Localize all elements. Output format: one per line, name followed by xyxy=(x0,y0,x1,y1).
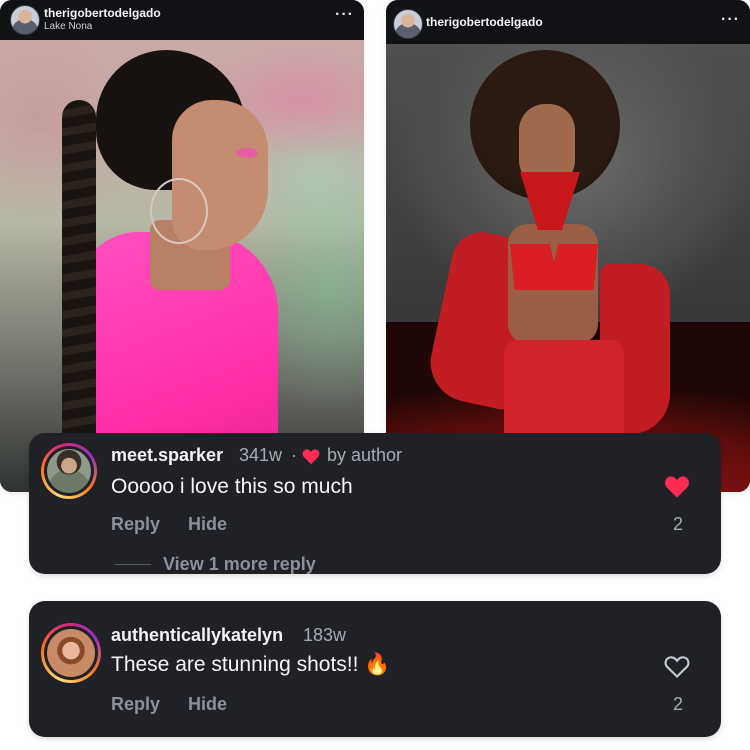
photo-subject-ponytail xyxy=(62,100,96,450)
more-options-icon[interactable]: ··· xyxy=(335,6,354,24)
reply-button[interactable]: Reply xyxy=(111,694,160,715)
replies-divider xyxy=(115,564,151,565)
post-username[interactable]: therigobertodelgado xyxy=(426,15,543,29)
avatar-photo xyxy=(47,449,91,493)
author-liked-heart-icon xyxy=(302,449,320,465)
comment-timestamp: 183w xyxy=(303,625,347,645)
post-header: therigobertodelgado Lake Nona ··· xyxy=(0,0,364,40)
post-location[interactable]: Lake Nona xyxy=(44,21,92,32)
commenter-avatar[interactable] xyxy=(41,443,97,499)
meta-separator: · xyxy=(291,445,297,465)
hide-button[interactable]: Hide xyxy=(188,514,227,535)
comment-text: These are stunning shots!! 🔥 xyxy=(111,653,391,676)
commenter-avatar[interactable] xyxy=(41,623,101,683)
comment-timestamp: 341w xyxy=(239,445,283,465)
photo-subject-earring xyxy=(150,178,208,244)
like-count: 2 xyxy=(672,694,683,714)
photo-subject-eyeshadow xyxy=(236,148,258,158)
comment-card: authenticallykatelyn 183w These are stun… xyxy=(29,601,721,737)
comment-text: Ooooo i love this so much xyxy=(111,475,353,498)
post-header: therigobertodelgado ··· xyxy=(386,0,750,44)
comment-username[interactable]: authenticallykatelyn xyxy=(111,625,283,646)
hide-button[interactable]: Hide xyxy=(188,694,227,715)
photo-subject-bandana xyxy=(520,172,580,230)
avatar-photo xyxy=(47,629,95,677)
like-count: 2 xyxy=(672,514,683,534)
liked-by-author-label: by author xyxy=(327,445,403,465)
like-heart-icon[interactable] xyxy=(663,473,691,499)
profile-avatar[interactable] xyxy=(10,5,40,35)
post-photo[interactable] xyxy=(0,40,364,492)
comment-card: meet.sparker 341w · by author Ooooo i lo… xyxy=(29,433,721,574)
reply-button[interactable]: Reply xyxy=(111,514,160,535)
post-photo[interactable] xyxy=(386,44,750,492)
post-card-left: therigobertodelgado Lake Nona ··· xyxy=(0,0,364,492)
profile-avatar[interactable] xyxy=(393,9,423,39)
post-username[interactable]: therigobertodelgado xyxy=(44,6,161,20)
view-more-replies-button[interactable]: View 1 more reply xyxy=(163,554,316,575)
like-heart-outline-icon[interactable] xyxy=(663,653,691,679)
comment-username[interactable]: meet.sparker xyxy=(111,445,223,466)
more-options-icon[interactable]: ··· xyxy=(721,11,740,29)
post-card-right: therigobertodelgado ··· xyxy=(386,0,750,492)
